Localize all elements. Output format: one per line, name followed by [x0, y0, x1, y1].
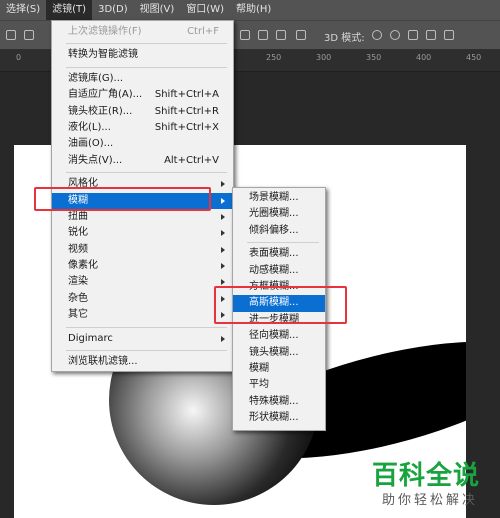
menu-item-video[interactable]: 视频 [52, 242, 233, 258]
submenu-item-average[interactable]: 平均 [233, 377, 325, 393]
menu-select[interactable]: 选择(S) [0, 0, 46, 20]
menu-item-last-filter: 上次滤镜操作(F) Ctrl+F [68, 26, 219, 37]
menu-separator [66, 43, 227, 45]
menu-item-adaptive-wide-angle[interactable]: 自适应广角(A)... Shift+Ctrl+A [52, 87, 233, 103]
3d-scale-icon[interactable] [444, 30, 454, 40]
menu-separator [66, 350, 227, 352]
submenu-item-iris-blur[interactable]: 光圈模糊... [233, 206, 325, 222]
menu-item-filter-gallery[interactable]: 滤镜库(G)... [52, 71, 233, 87]
3d-mode-label: 3D 模式: [324, 33, 365, 44]
menu-item-pixelate[interactable]: 像素化 [52, 258, 233, 274]
menu-item-render[interactable]: 渲染 [52, 274, 233, 290]
menu-item-oil-paint[interactable]: 油画(O)... [52, 136, 233, 152]
menu-help[interactable]: 帮助(H) [230, 0, 277, 20]
submenu-arrow-icon [221, 246, 225, 253]
menu-separator [66, 66, 227, 68]
3d-drag-icon[interactable] [408, 30, 418, 40]
submenu-item-field-blur[interactable]: 场景模糊... [233, 190, 325, 206]
submenu-item-motion-blur[interactable]: 动感模糊... [233, 263, 325, 279]
menu-item-browse-online-filters[interactable]: 浏览联机滤镜... [52, 354, 233, 370]
submenu-item-shape-blur[interactable]: 形状模糊... [233, 410, 325, 426]
watermark-subtitle: 助你轻松解决 [382, 493, 479, 508]
submenu-arrow-icon [221, 335, 225, 342]
menu-separator [247, 242, 319, 244]
watermark-title: 百科全说 [372, 461, 481, 491]
distribute-horizontal-icon[interactable] [276, 30, 286, 40]
menu-item-distort[interactable]: 扭曲 [52, 209, 233, 225]
menu-filter[interactable]: 滤镜(T) [46, 0, 93, 20]
menu-view[interactable]: 视图(V) [134, 0, 181, 20]
submenu-arrow-icon [221, 213, 225, 220]
ruler-number: 450 [466, 53, 482, 62]
submenu-item-surface-blur[interactable]: 表面模糊... [233, 246, 325, 262]
submenu-arrow-icon [221, 197, 225, 204]
distribute-vertical-icon[interactable] [258, 30, 268, 40]
menu-item-noise[interactable]: 杂色 [52, 291, 233, 307]
submenu-item-tilt-shift[interactable]: 倾斜偏移... [233, 223, 325, 239]
ruler-number: 400 [416, 53, 432, 62]
menu-item-lens-correction[interactable]: 镜头校正(R)... Shift+Ctrl+R [52, 104, 233, 120]
3d-slide-icon[interactable] [426, 30, 436, 40]
ruler-number: 250 [266, 53, 282, 62]
3d-roll-icon[interactable] [390, 30, 400, 40]
submenu-item-smart-blur[interactable]: 特殊模糊... [233, 394, 325, 410]
menu-separator [66, 172, 227, 174]
menu-item-convert-smart-filter[interactable]: 转换为智能滤镜 [52, 47, 233, 63]
3d-rotate-icon[interactable] [372, 30, 382, 40]
menu-item-other[interactable]: 其它 [52, 307, 233, 323]
submenu-arrow-icon [221, 230, 225, 237]
highlight-box-blur [34, 187, 211, 211]
menu-bar: 选择(S) 滤镜(T) 3D(D) 视图(V) 窗口(W) 帮助(H) [0, 0, 500, 20]
auto-align-icon[interactable] [296, 30, 306, 40]
submenu-item-blur[interactable]: 模糊 [233, 361, 325, 377]
align-left-icon[interactable] [24, 30, 34, 40]
submenu-arrow-icon [221, 279, 225, 286]
menu-item-sharpen[interactable]: 锐化 [52, 225, 233, 241]
menu-separator [66, 326, 227, 328]
menu-window[interactable]: 窗口(W) [180, 0, 230, 20]
distribute-icon[interactable] [240, 30, 250, 40]
menu-item-vanishing-point[interactable]: 消失点(V)... Alt+Ctrl+V [52, 153, 233, 169]
ruler-number: 350 [366, 53, 382, 62]
watermark: 百科全说 助你轻松解决 [368, 455, 494, 513]
menu-3d[interactable]: 3D(D) [92, 0, 134, 20]
submenu-item-radial-blur[interactable]: 径向模糊... [233, 328, 325, 344]
submenu-arrow-icon [221, 181, 225, 188]
ruler-number: 0 [16, 53, 22, 62]
submenu-item-lens-blur[interactable]: 镜头模糊... [233, 345, 325, 361]
highlight-box-gaussian-blur [214, 286, 347, 324]
tool-preset-icon[interactable] [6, 30, 16, 40]
ruler-number: 300 [316, 53, 332, 62]
submenu-arrow-icon [221, 263, 225, 270]
menu-item-digimarc[interactable]: Digimarc [52, 331, 233, 347]
menu-item-liquify[interactable]: 液化(L)... Shift+Ctrl+X [52, 120, 233, 136]
